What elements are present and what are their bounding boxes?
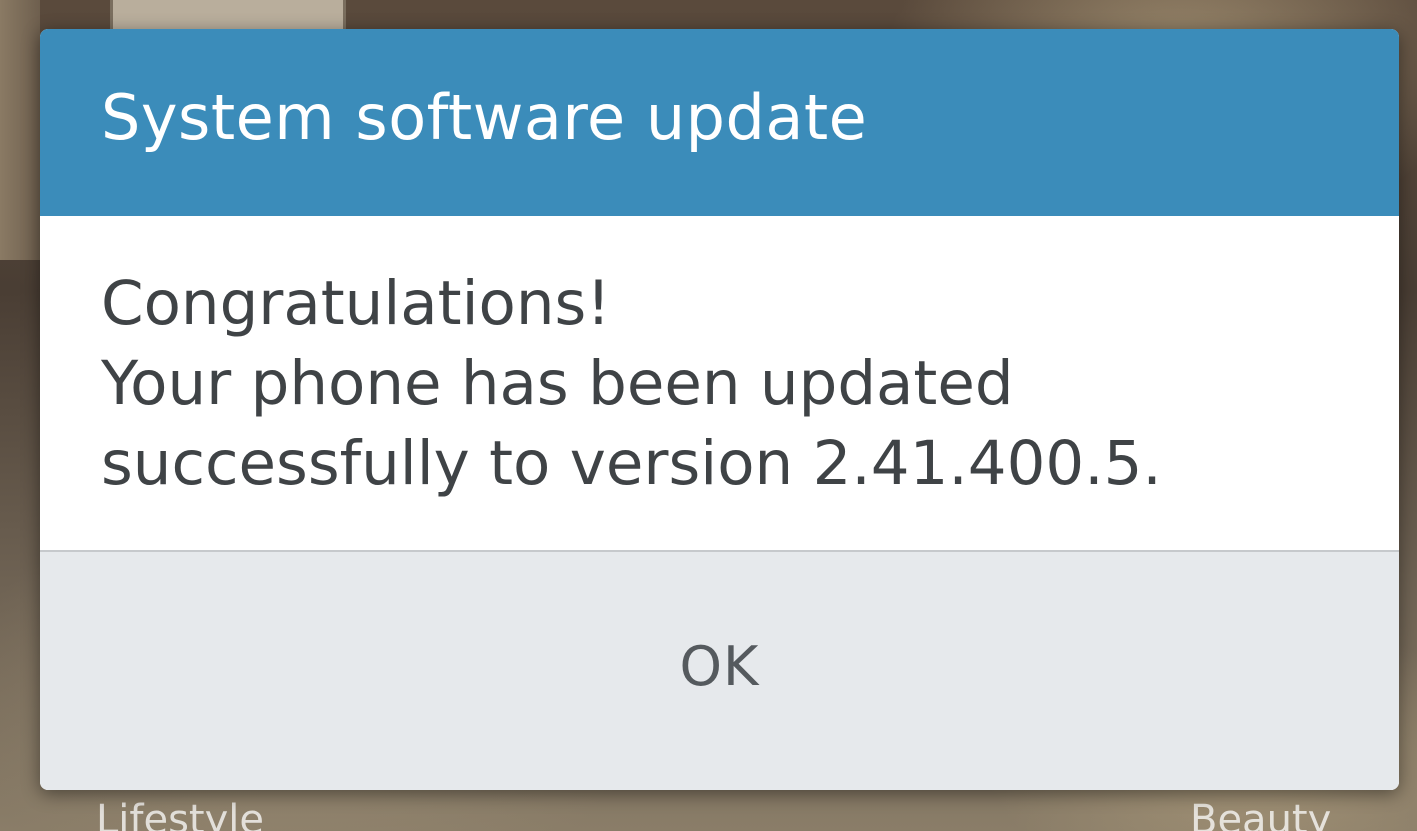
- dialog-header: System software update: [40, 29, 1399, 216]
- ok-button-label: OK: [679, 634, 760, 698]
- dialog-message: Congratulations! Your phone has been upd…: [40, 216, 1399, 552]
- message-line: Congratulations!: [101, 268, 611, 339]
- update-dialog: System software update Congratulations! …: [40, 29, 1399, 790]
- dialog-title: System software update: [101, 81, 868, 154]
- wallpaper-detail: [0, 0, 40, 260]
- message-line: Your phone has been updated: [101, 348, 1014, 419]
- background-tab-label: Beauty: [1190, 797, 1332, 831]
- message-line: successfully to version 2.41.400.5.: [101, 428, 1162, 499]
- background-tab-label: Lifestyle: [96, 797, 265, 831]
- ok-button[interactable]: OK: [40, 552, 1399, 790]
